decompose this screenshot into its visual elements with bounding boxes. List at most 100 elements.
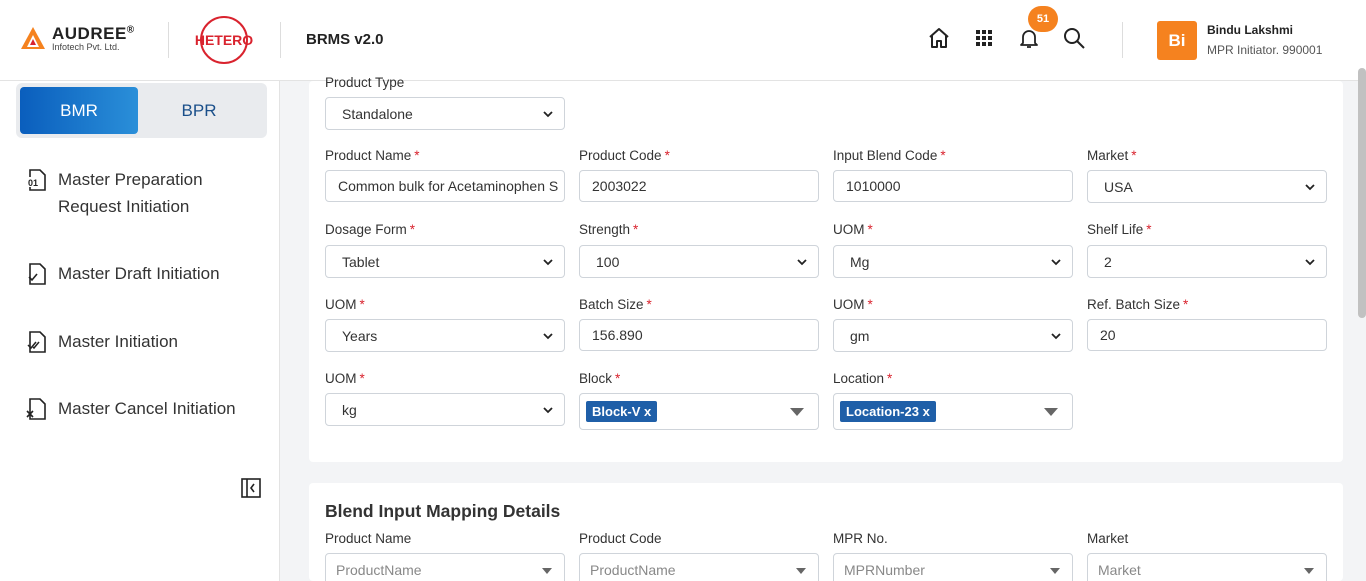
field-label: Strength * (579, 222, 639, 237)
ref-batch-size-input[interactable]: 20 (1087, 319, 1327, 351)
blend-input-mapping-card: Blend Input Mapping Details Product Name… (309, 483, 1343, 581)
sidebar-item-master-draft-initiation[interactable]: Master Draft Initiation (26, 260, 220, 287)
field-label: Market (1087, 531, 1129, 546)
dosage-form-select[interactable]: Tablet (325, 245, 565, 278)
dropdown-arrow-icon[interactable] (1044, 408, 1058, 416)
bmr-bpr-switch: BMR BPR (16, 83, 267, 138)
blend-mpr-number-select[interactable]: MPRNumber (833, 553, 1073, 581)
block-multiselect[interactable]: Block-V x (579, 393, 819, 430)
chevron-down-icon (543, 259, 553, 266)
product-name-input[interactable]: Common bulk for Acetaminophen S (325, 170, 565, 202)
remove-tag-button[interactable]: x (644, 404, 651, 419)
field-label: Shelf Life * (1087, 222, 1152, 237)
product-details-card: Product Type Standalone Product Name * Co… (309, 75, 1343, 462)
hetero-logo[interactable]: HETERO (193, 15, 255, 65)
document-check-icon (28, 263, 46, 285)
chevron-down-icon (543, 111, 553, 118)
remove-tag-button[interactable]: x (923, 404, 930, 419)
brand-name: AUDREE (52, 24, 127, 43)
sidebar-item-master-cancel-initiation[interactable]: Master Cancel Initiation (26, 395, 236, 422)
user-name: Bindu Lakshmi (1207, 23, 1294, 37)
page-scrollbar[interactable] (1358, 68, 1366, 581)
field-label: UOM * (833, 297, 873, 312)
location-tag[interactable]: Location-23 x (840, 401, 936, 422)
sidebar-item-label: Master Preparation (58, 170, 203, 189)
dropdown-arrow-icon (542, 568, 552, 574)
audree-logo[interactable]: AUDREE® Infotech Pvt. Ltd. (20, 24, 135, 52)
chevron-down-icon (543, 333, 553, 340)
block-tag[interactable]: Block-V x (586, 401, 658, 422)
field-label: Location * (833, 371, 893, 386)
collapse-sidebar-icon[interactable] (240, 477, 262, 499)
field-label: Dosage Form * (325, 222, 416, 237)
shelf-life-select[interactable]: 2 (1087, 245, 1327, 278)
blend-product-name-select[interactable]: ProductName (325, 553, 565, 581)
sidebar-item-label: Request Initiation (58, 197, 190, 216)
field-label: Input Blend Code * (833, 148, 946, 163)
batch-size-input[interactable]: 156.890 (579, 319, 819, 351)
product-code-input[interactable]: 2003022 (579, 170, 819, 202)
section-title: Blend Input Mapping Details (325, 501, 561, 521)
chevron-down-icon (1305, 259, 1315, 266)
uom-ref-batch-select[interactable]: kg (325, 393, 565, 426)
top-header: AUDREE® Infotech Pvt. Ltd. HETERO BRMS v… (0, 0, 1366, 81)
sidebar-item-label: Master Cancel Initiation (58, 399, 236, 418)
brand-reg: ® (126, 24, 135, 36)
field-label: UOM * (325, 371, 365, 386)
dropdown-arrow-icon (1050, 568, 1060, 574)
svg-text:01: 01 (28, 178, 38, 188)
app-title: BRMS v2.0 (306, 31, 384, 48)
header-divider (280, 22, 281, 58)
field-label: UOM * (325, 297, 365, 312)
home-icon[interactable] (927, 26, 951, 50)
field-label: Product Name * (325, 148, 420, 163)
field-label: Ref. Batch Size * (1087, 297, 1189, 312)
strength-select[interactable]: 100 (579, 245, 819, 278)
document-number-icon: 01 (27, 169, 46, 191)
notification-badge: 51 (1028, 6, 1058, 32)
chevron-down-icon (1051, 259, 1061, 266)
dropdown-arrow-icon (1304, 568, 1314, 574)
blend-product-code-select[interactable]: ProductName (579, 553, 819, 581)
avatar[interactable]: Bi (1157, 21, 1197, 60)
search-icon[interactable] (1062, 26, 1086, 50)
field-label: Product Code (579, 531, 662, 546)
user-role: MPR Initiator. 990001 (1207, 43, 1323, 57)
apps-grid-icon[interactable] (972, 26, 996, 50)
tab-bmr[interactable]: BMR (20, 87, 138, 134)
field-label: Batch Size * (579, 297, 652, 312)
product-type-select[interactable]: Standalone (325, 97, 565, 130)
audree-logo-mark (21, 27, 45, 49)
chevron-down-icon (1051, 333, 1061, 340)
tab-bpr[interactable]: BPR (140, 87, 258, 134)
field-label: Market * (1087, 148, 1137, 163)
sidebar-item-label: Master Initiation (58, 332, 178, 351)
chevron-down-icon (1305, 184, 1315, 191)
input-blend-code-input[interactable]: 1010000 (833, 170, 1073, 202)
document-cancel-icon (26, 398, 46, 420)
chevron-down-icon (543, 407, 553, 414)
field-label: Product Code * (579, 148, 670, 163)
header-divider (168, 22, 169, 58)
uom-batch-select[interactable]: gm (833, 319, 1073, 352)
location-multiselect[interactable]: Location-23 x (833, 393, 1073, 430)
dropdown-arrow-icon (796, 568, 806, 574)
dropdown-arrow-icon[interactable] (790, 408, 804, 416)
field-label: MPR No. (833, 531, 888, 546)
blend-market-select[interactable]: Market (1087, 553, 1327, 581)
sidebar-item-master-preparation-request[interactable]: 01 Master Preparation Request Initiation (26, 166, 203, 220)
sidebar-item-label: Master Draft Initiation (58, 264, 220, 283)
field-label: Product Type (325, 75, 405, 90)
field-label: UOM * (833, 222, 873, 237)
field-label: Block * (579, 371, 621, 386)
uom-strength-select[interactable]: Mg (833, 245, 1073, 278)
header-divider (1122, 22, 1123, 58)
hetero-logo-text: HETERO (195, 32, 253, 48)
sidebar: BMR BPR 01 Master Preparation Request In… (0, 81, 280, 581)
uom-shelf-life-select[interactable]: Years (325, 319, 565, 352)
field-label: Product Name (325, 531, 412, 546)
scrollbar-thumb[interactable] (1358, 68, 1366, 318)
sidebar-item-master-initiation[interactable]: Master Initiation (26, 328, 178, 355)
market-select[interactable]: USA (1087, 170, 1327, 203)
document-double-check-icon (27, 331, 46, 353)
